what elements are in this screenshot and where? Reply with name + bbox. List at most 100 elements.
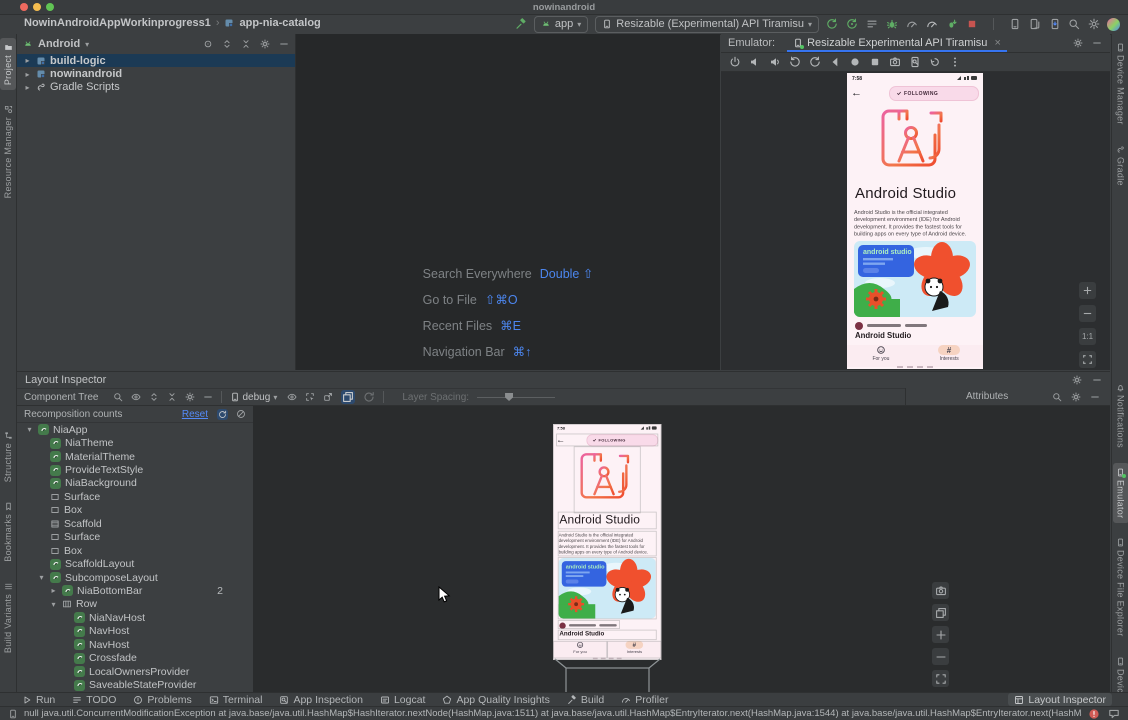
tool-window-button-app-quality-insights[interactable]: App Quality Insights xyxy=(442,694,549,706)
chevron-right-icon[interactable]: ▸ xyxy=(49,586,58,595)
hide-icon[interactable] xyxy=(203,392,213,402)
collapse-all-icon[interactable] xyxy=(167,392,177,402)
project-view-mode[interactable]: Android xyxy=(38,38,80,50)
screenshot-icon[interactable] xyxy=(889,56,901,68)
chevron-down-icon[interactable]: ▾ xyxy=(49,600,58,609)
article-title[interactable]: Android Studio xyxy=(559,631,656,640)
hide-icon[interactable] xyxy=(279,39,289,49)
breadcrumb[interactable]: NowinAndroidAppWorkinprogress1 › app-nia… xyxy=(24,17,321,29)
zoom-actual-button[interactable]: 1:1 xyxy=(1079,328,1096,345)
event-bubble-icon[interactable] xyxy=(1108,708,1120,720)
bottom-nav-for-you[interactable]: For you xyxy=(847,345,915,367)
nav-overview-icon[interactable] xyxy=(869,56,881,68)
run-configuration-select[interactable]: app ▾ xyxy=(534,16,588,33)
search-icon[interactable] xyxy=(1052,392,1062,402)
component-tree-item-SaveableStateProvider[interactable]: SaveableStateProvider xyxy=(17,678,253,691)
following-chip[interactable]: FOLLOWING xyxy=(586,434,658,446)
chevron-right-icon[interactable]: ▸ xyxy=(23,70,32,79)
emulator-device-tab[interactable]: Resizable Experimental API Tiramisu × xyxy=(787,34,1007,52)
zoom-out-button[interactable] xyxy=(1079,305,1096,322)
reset-view-button[interactable] xyxy=(932,604,949,621)
component-tree-item-Box[interactable]: Box xyxy=(17,544,253,557)
stripe-item-device-file-explorer[interactable]: Device File Explorer xyxy=(1113,533,1128,642)
zoom-fit-button[interactable] xyxy=(1079,351,1096,368)
collapse-all-icon[interactable] xyxy=(241,39,251,49)
settings-icon[interactable] xyxy=(260,39,270,49)
tool-window-button-run[interactable]: Run xyxy=(22,694,55,706)
process-select[interactable]: debug ▾ xyxy=(230,392,278,403)
volume-up-icon[interactable] xyxy=(769,56,781,68)
coverage-icon[interactable] xyxy=(866,18,878,30)
pick-icon[interactable] xyxy=(305,392,315,402)
debug-icon[interactable] xyxy=(886,18,898,30)
tool-window-button-profiler[interactable]: Profiler xyxy=(621,694,668,706)
tool-window-button-layout-inspector[interactable]: Layout Inspector xyxy=(1008,693,1112,706)
reset-counts-link[interactable]: Reset xyxy=(182,409,208,420)
stripe-item-emulator[interactable]: Emulator xyxy=(1113,463,1128,523)
inspected-device-screen[interactable]: 7:58 ← FOLLOWING xyxy=(553,424,661,660)
component-tree-item-NavHost[interactable]: NavHost xyxy=(17,638,253,651)
device-mirroring-icon[interactable] xyxy=(1029,18,1041,30)
component-tree-item-Row[interactable]: ▾Row xyxy=(17,598,253,611)
status-message[interactable]: null java.util.ConcurrentModificationExc… xyxy=(24,708,1082,719)
expand-all-icon[interactable] xyxy=(222,39,232,49)
slider-thumb[interactable] xyxy=(505,393,513,401)
refresh-icon[interactable] xyxy=(363,391,375,403)
zoom-mode-icon[interactable] xyxy=(909,56,921,68)
locate-icon[interactable] xyxy=(203,39,213,49)
recomposition-counts-icon[interactable] xyxy=(217,409,228,420)
tool-window-button-terminal[interactable]: Terminal xyxy=(209,694,263,706)
hide-icon[interactable] xyxy=(1090,392,1100,402)
bottom-nav-interests[interactable]: #Interests xyxy=(915,345,983,367)
component-tree-item-NiaBackground[interactable]: NiaBackground xyxy=(17,477,253,490)
build-hammer-icon[interactable] xyxy=(515,18,527,30)
volume-down-icon[interactable] xyxy=(749,56,761,68)
component-tree-item-ScaffoldLayout[interactable]: ScaffoldLayout xyxy=(17,557,253,570)
stop-icon[interactable] xyxy=(966,18,978,30)
project-tree-item-nowinandroid[interactable]: ▸nowinandroid xyxy=(17,67,295,80)
rotate-right-icon[interactable] xyxy=(809,56,821,68)
chevron-down-icon[interactable]: ▾ xyxy=(37,573,46,582)
disable-counts-icon[interactable] xyxy=(236,409,246,419)
close-icon[interactable]: × xyxy=(994,37,1000,49)
error-balloon-icon[interactable] xyxy=(1088,708,1100,720)
chevron-down-icon[interactable]: ▾ xyxy=(25,425,34,434)
visibility-icon[interactable] xyxy=(287,392,297,402)
settings-icon[interactable] xyxy=(1088,18,1100,30)
component-tree-item-Box[interactable]: Box xyxy=(17,504,253,517)
component-tree-item-Surface[interactable]: Surface xyxy=(17,531,253,544)
component-tree-item-Scaffold[interactable]: Scaffold xyxy=(17,517,253,530)
article-title[interactable]: Android Studio xyxy=(855,332,977,343)
screenshot-button[interactable] xyxy=(932,582,949,599)
component-tree-item-NiaTheme[interactable]: NiaTheme xyxy=(17,436,253,449)
stripe-item-build-variants[interactable]: Build Variants xyxy=(0,577,16,658)
apply-code-changes-icon[interactable] xyxy=(846,18,858,30)
hide-icon[interactable] xyxy=(1092,38,1102,48)
nav-back-icon[interactable] xyxy=(829,56,841,68)
tool-window-button-app-inspection[interactable]: App Inspection xyxy=(279,694,362,706)
visibility-icon[interactable] xyxy=(131,392,141,402)
zoom-fit-button[interactable] xyxy=(932,670,949,687)
component-tree-item-ProvideTextStyle[interactable]: ProvideTextStyle xyxy=(17,463,253,476)
profile-avatar[interactable] xyxy=(1107,18,1120,31)
settings-icon[interactable] xyxy=(1071,392,1081,402)
back-arrow-icon[interactable]: ← xyxy=(851,87,862,99)
rotate-left-icon[interactable] xyxy=(789,56,801,68)
breadcrumb-project[interactable]: NowinAndroidAppWorkinprogress1 xyxy=(24,17,211,29)
component-tree-item-Surface[interactable]: Surface xyxy=(17,490,253,503)
tool-window-button-logcat[interactable]: Logcat xyxy=(380,694,426,706)
stripe-item-gradle[interactable]: Gradle xyxy=(1113,140,1128,191)
device-manager-icon[interactable] xyxy=(1009,18,1021,30)
debug-attach-icon[interactable] xyxy=(946,18,958,30)
component-tree-item-SubcomposeLayout[interactable]: ▾SubcomposeLayout xyxy=(17,571,253,584)
zoom-in-button[interactable] xyxy=(932,626,949,643)
layer-spacing-slider[interactable] xyxy=(477,392,555,402)
search-icon[interactable] xyxy=(1068,18,1080,30)
device-screen[interactable]: 7:58 ← FOLLOWING xyxy=(847,73,983,369)
inspector-canvas[interactable]: 7:58 ← FOLLOWING xyxy=(253,406,1110,692)
stripe-item-bookmarks[interactable]: Bookmarks xyxy=(0,497,16,567)
stripe-item-resource-manager[interactable]: Resource Manager xyxy=(0,100,16,203)
stripe-item-notifications[interactable]: Notifications xyxy=(1113,378,1128,453)
export-icon[interactable] xyxy=(323,392,333,402)
breadcrumb-module[interactable]: app-nia-catalog xyxy=(239,17,320,29)
